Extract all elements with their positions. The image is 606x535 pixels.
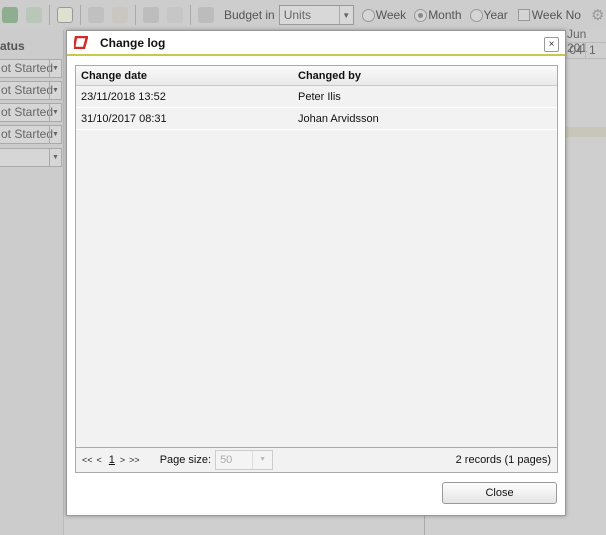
close-button[interactable]: Close: [442, 482, 557, 504]
status-dropdown[interactable]: ot Started ▼: [0, 59, 62, 78]
budget-unit-value: Units: [283, 8, 312, 22]
chevron-down-icon: ▼: [49, 60, 61, 77]
month-radio[interactable]: [414, 8, 428, 22]
table-row[interactable]: 23/11/2018 13:52 Peter Ilis: [76, 86, 557, 108]
separator: [49, 5, 50, 25]
chevron-down-icon: ▼: [49, 126, 61, 143]
budget-in-label: Budget in: [224, 8, 275, 22]
column-header-change-date[interactable]: Change date: [76, 70, 294, 82]
next-page-button[interactable]: >: [120, 455, 125, 465]
settings-wrench-icon[interactable]: [198, 7, 214, 23]
separator: [135, 5, 136, 25]
timeline-panel: Jun 201 04 1: [566, 27, 606, 535]
separator: [80, 5, 81, 25]
divider: [424, 516, 425, 535]
page-size-select[interactable]: 50 ▼: [215, 450, 274, 470]
chevron-down-icon: ▼: [49, 82, 61, 99]
timeline-day: 1: [589, 43, 596, 57]
first-page-button[interactable]: <<: [82, 455, 93, 465]
chevron-down-icon: ▼: [49, 149, 61, 166]
dialog-title-bar: Change log: [67, 31, 565, 56]
status-value: ot Started: [1, 61, 54, 75]
clear-filter-icon[interactable]: [167, 7, 183, 23]
change-log-dialog: Change log × Change date Changed by 23/1…: [66, 30, 566, 516]
status-dropdown[interactable]: ot Started ▼: [0, 81, 62, 100]
gear-icon[interactable]: ⚙: [591, 6, 604, 24]
left-panel: atus ot Started ▼ ot Started ▼ ot Started ▼…: [0, 30, 64, 535]
chevron-down-icon: ▼: [49, 104, 61, 121]
year-label: Year: [483, 8, 508, 22]
status-dropdown[interactable]: ot Started ▼: [0, 103, 62, 122]
chevron-down-icon: ▼: [252, 451, 272, 469]
change-log-grid: Change date Changed by 23/11/2018 13:52 …: [75, 65, 558, 473]
refresh-icon[interactable]: [112, 7, 128, 23]
column-header-changed-by[interactable]: Changed by: [294, 70, 361, 82]
status-dropdown[interactable]: ▼: [0, 148, 62, 167]
status-value: ot Started: [1, 127, 54, 141]
budget-unit-select[interactable]: Units ▼: [278, 5, 354, 25]
gantt-icon[interactable]: [57, 7, 73, 23]
database-icon[interactable]: [2, 7, 18, 23]
toolbar: Budget in Units ▼ Week Month Year Week No…: [0, 0, 606, 30]
excel-export-icon[interactable]: [26, 7, 42, 23]
week-label: Week: [375, 8, 407, 22]
status-dropdown[interactable]: ot Started ▼: [0, 125, 62, 144]
chevron-down-icon: ▼: [338, 6, 353, 24]
changed-by-cell: Peter Ilis: [298, 90, 341, 103]
week-no-label: Week No: [531, 8, 581, 22]
dialog-title: Change log: [100, 35, 166, 50]
last-page-button[interactable]: >>: [129, 455, 140, 465]
app-logo-icon: [74, 36, 88, 49]
table-row[interactable]: 31/10/2017 08:31 Johan Arvidsson: [76, 108, 557, 130]
timeline-day: 04: [566, 43, 586, 58]
status-value: ot Started: [1, 83, 54, 97]
records-count: 2 records (1 pages): [455, 454, 551, 466]
month-label: Month: [428, 8, 462, 22]
users-icon[interactable]: [88, 7, 104, 23]
timeline-days: 04 1: [566, 42, 606, 59]
page-link[interactable]: 1: [109, 454, 115, 466]
week-radio[interactable]: [361, 8, 375, 22]
grid-header: Change date Changed by: [76, 66, 557, 86]
timeline-bar: [566, 127, 606, 137]
change-date-cell: 31/10/2017 08:31: [81, 112, 167, 125]
filter-icon[interactable]: [143, 7, 159, 23]
page-size-label: Page size:: [159, 454, 212, 466]
change-date-cell: 23/11/2018 13:52: [81, 90, 166, 103]
changed-by-cell: Johan Arvidsson: [298, 112, 379, 125]
close-icon[interactable]: ×: [544, 37, 559, 52]
separator: [190, 5, 191, 25]
prev-page-button[interactable]: <: [97, 455, 102, 465]
status-value: ot Started: [1, 105, 54, 119]
week-no-checkbox[interactable]: [517, 9, 530, 21]
status-column-header: atus: [0, 39, 25, 53]
year-radio[interactable]: [469, 8, 483, 22]
pager: << < 1 > >> Page size: 50 ▼ 2 records (1 …: [76, 447, 557, 472]
page-size-value: 50: [220, 454, 233, 466]
